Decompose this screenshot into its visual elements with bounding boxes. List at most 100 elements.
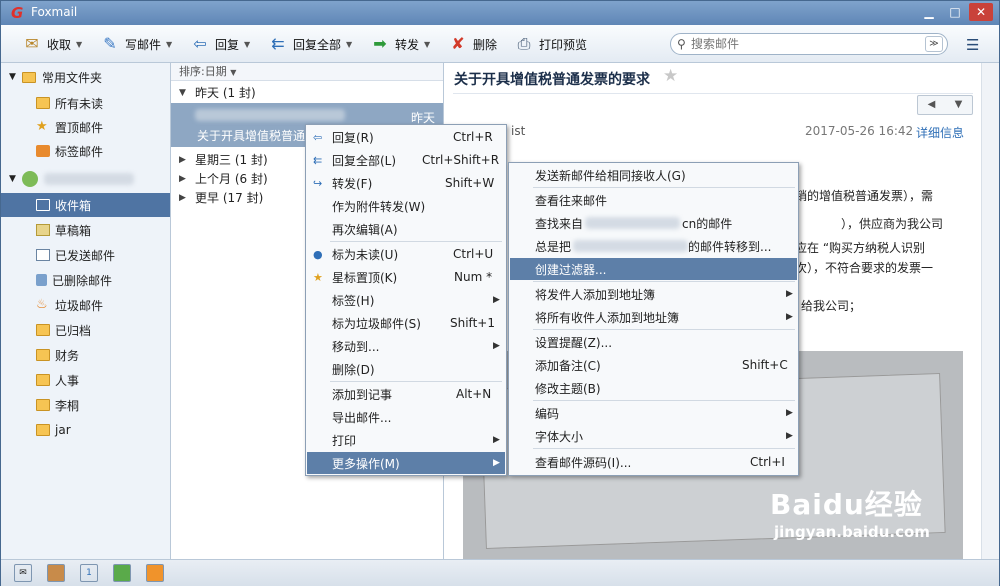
reply-all-button[interactable]: ⇇ 回复全部 ▼: [267, 33, 352, 55]
submenu-item-view-source[interactable]: 查看邮件源码(I)... Ctrl+I: [510, 451, 797, 473]
close-icon[interactable]: ✕: [969, 3, 993, 21]
submenu-item-add-remark[interactable]: 添加备注(C) Shift+C: [510, 354, 797, 376]
group-wednesday[interactable]: ▶ 星期三 (1 封): [179, 150, 268, 169]
sort-label: 排序:日期: [179, 65, 227, 78]
menu-item-reply[interactable]: ⇦ 回复(R) Ctrl+R: [307, 126, 505, 148]
reader-scrollbar[interactable]: [981, 63, 999, 559]
menu-item-add-note[interactable]: 添加到记事 Alt+N: [307, 383, 505, 405]
mail-view-icon[interactable]: ✉: [14, 564, 32, 582]
menu-item-forward[interactable]: ↪ 转发(F) Shift+W: [307, 172, 505, 194]
expand-triangle-icon[interactable]: ▶: [179, 193, 195, 203]
folder-pinned[interactable]: ★ 置顶邮件: [1, 115, 170, 139]
folder-litong[interactable]: 李桐: [1, 393, 170, 417]
folder-inbox[interactable]: 收件箱: [1, 193, 170, 217]
expand-triangle-icon[interactable]: ▶: [179, 155, 195, 165]
reply-button[interactable]: ⇦ 回复 ▼: [189, 33, 250, 55]
menu-item-mark-unread[interactable]: ● 标为未读(U) Ctrl+U: [307, 243, 505, 265]
submenu-item-find-from[interactable]: 查找来自 cn的邮件: [510, 212, 797, 234]
folder-jar[interactable]: jar: [1, 418, 170, 442]
menu-item-star[interactable]: ★ 星标置顶(K) Num *: [307, 266, 505, 288]
menu-label: 标为未读(U): [332, 247, 399, 262]
menu-item-print[interactable]: 打印 ▶: [307, 429, 505, 451]
notes-icon[interactable]: [113, 564, 131, 582]
menu-item-move-to[interactable]: 移动到... ▶: [307, 335, 505, 357]
maximize-icon[interactable]: □: [943, 3, 967, 21]
collapse-triangle-icon[interactable]: ▼: [179, 88, 195, 98]
group-earlier[interactable]: ▶ 更早 (17 封): [179, 188, 263, 207]
expand-triangle-icon[interactable]: ▼: [9, 72, 22, 82]
folder-tagged[interactable]: 标签邮件: [1, 139, 170, 163]
forward-button[interactable]: ➡ 转发 ▼: [369, 33, 430, 55]
menu-item-tag[interactable]: 标签(H) ▶: [307, 289, 505, 311]
compose-button[interactable]: ✎ 写邮件 ▼: [99, 33, 172, 55]
submenu-item-add-recipients[interactable]: 将所有收件人添加到地址簿 ▶: [510, 306, 797, 328]
calendar-icon[interactable]: 1: [80, 564, 98, 582]
menu-label: 编码: [535, 406, 560, 421]
folder-icon: [36, 97, 50, 109]
folder-all-unread[interactable]: 所有未读: [1, 91, 170, 115]
chevron-down-icon[interactable]: ▼: [76, 40, 82, 49]
minimize-icon[interactable]: ▁: [917, 3, 941, 21]
folder-junk[interactable]: ♨ 垃圾邮件: [1, 293, 170, 317]
favorites-group[interactable]: ▼ 常用文件夹: [9, 67, 102, 87]
menu-label: 将发件人添加到地址簿: [535, 287, 656, 302]
delete-button[interactable]: ✘ 删除: [447, 33, 497, 55]
menu-separator: [533, 281, 795, 282]
chevron-down-icon[interactable]: ▼: [945, 96, 972, 114]
group-last-month[interactable]: ▶ 上个月 (6 封): [179, 169, 268, 188]
expand-triangle-icon[interactable]: ▶: [179, 174, 195, 184]
search-icon: ⚲: [677, 37, 686, 51]
chevron-down-icon[interactable]: ▼: [424, 40, 430, 49]
folder-drafts[interactable]: 草稿箱: [1, 218, 170, 242]
folder-hr[interactable]: 人事: [1, 368, 170, 392]
search-box[interactable]: ⚲ ≫: [670, 33, 948, 55]
main-menu-icon[interactable]: ☰: [966, 36, 979, 54]
folder-deleted[interactable]: 已删除邮件: [1, 268, 170, 292]
menu-item-more-actions[interactable]: 更多操作(M) ▶: [307, 452, 505, 474]
folder-archived[interactable]: 已归档: [1, 318, 170, 342]
chevron-down-icon[interactable]: ▼: [244, 40, 250, 49]
menu-label: 导出邮件...: [332, 410, 392, 425]
star-icon[interactable]: ★: [663, 66, 678, 86]
menu-separator: [533, 448, 795, 449]
search-input[interactable]: [691, 37, 921, 51]
chevron-down-icon[interactable]: ▼: [346, 40, 352, 49]
submenu-item-create-filter[interactable]: 创建过滤器...: [510, 258, 797, 280]
menu-separator: [330, 241, 502, 242]
search-options-icon[interactable]: ≫: [925, 36, 943, 52]
expand-triangle-icon[interactable]: ▼: [9, 174, 22, 184]
account-group[interactable]: ▼: [9, 169, 134, 189]
sort-header[interactable]: 排序:日期 ▼: [171, 63, 443, 81]
submenu-item-always-move[interactable]: 总是把 的邮件转移到...: [510, 235, 797, 257]
submenu-item-view-exchange[interactable]: 查看往来邮件: [510, 189, 797, 211]
print-preview-button[interactable]: ⎙ 打印预览: [513, 33, 587, 55]
submenu-item-encoding[interactable]: 编码 ▶: [510, 402, 797, 424]
folder-sent[interactable]: 已发送邮件: [1, 243, 170, 267]
reply-icon[interactable]: ◀: [918, 96, 945, 114]
chevron-down-icon[interactable]: ▼: [230, 68, 236, 77]
menu-item-mark-junk[interactable]: 标为垃圾邮件(S) Shift+1: [307, 312, 505, 334]
submenu-item-font-size[interactable]: 字体大小 ▶: [510, 425, 797, 447]
body-line: 给我公司；: [801, 299, 862, 313]
detail-link[interactable]: 详细信息: [916, 124, 964, 141]
menu-label: 打印: [332, 433, 357, 448]
contacts-icon[interactable]: [47, 564, 65, 582]
reply-quick-buttons[interactable]: ◀ ▼: [917, 95, 973, 115]
menu-item-export[interactable]: 导出邮件...: [307, 406, 505, 428]
chevron-down-icon[interactable]: ▼: [166, 40, 172, 49]
folder-finance[interactable]: 财务: [1, 343, 170, 367]
reply-all-icon: ⇇: [313, 153, 323, 167]
group-yesterday[interactable]: ▼ 昨天 (1 封): [179, 83, 256, 102]
receive-button[interactable]: ✉ 收取 ▼: [21, 33, 82, 55]
submenu-item-add-sender[interactable]: 将发件人添加到地址簿 ▶: [510, 283, 797, 305]
submenu-item-send-new[interactable]: 发送新邮件给相同接收人(G): [510, 164, 797, 186]
menu-item-forward-attachment[interactable]: 作为附件转发(W): [307, 195, 505, 217]
menu-item-reply-all[interactable]: ⇇ 回复全部(L) Ctrl+Shift+R: [307, 149, 505, 171]
trash-icon: [36, 274, 47, 286]
menu-item-edit-again[interactable]: 再次编辑(A): [307, 218, 505, 240]
rss-icon[interactable]: [146, 564, 164, 582]
submenu-item-set-reminder[interactable]: 设置提醒(Z)...: [510, 331, 797, 353]
menu-item-delete[interactable]: 删除(D): [307, 358, 505, 380]
submenu-item-edit-subject[interactable]: 修改主题(B): [510, 377, 797, 399]
menu-label: 查找来自: [535, 216, 584, 231]
